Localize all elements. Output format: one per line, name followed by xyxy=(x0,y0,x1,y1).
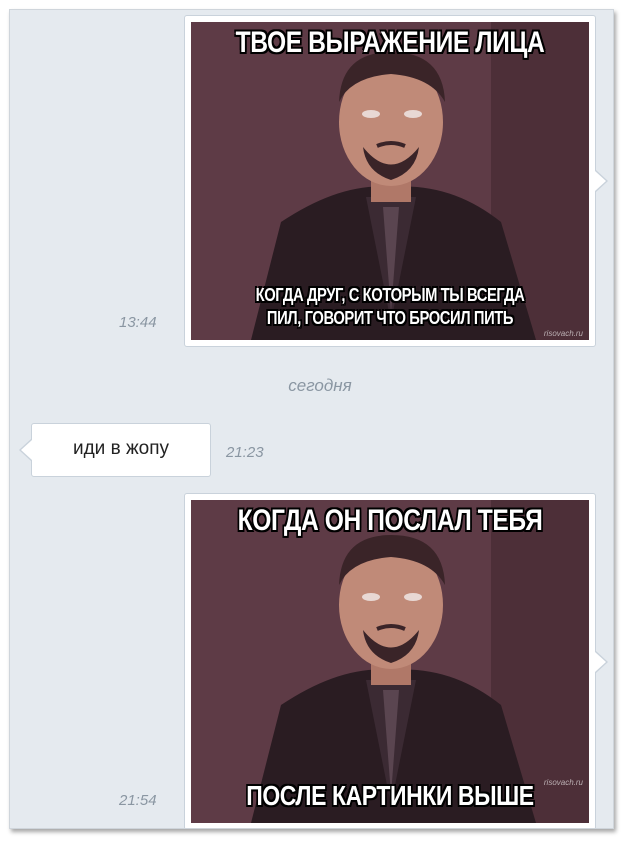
incoming-text-message[interactable]: иди в жопу xyxy=(19,423,211,477)
message-text: иди в жопу xyxy=(72,438,170,459)
message-time: 21:54 xyxy=(119,792,157,809)
date-separator: сегодня xyxy=(288,376,352,395)
meme-bottom-caption-line1: КОГДА ДРУГ, С КОТОРЫМ ТЫ ВСЕГДА xyxy=(255,285,525,305)
meme-top-caption: КОГДА ОН ПОСЛАЛ ТЕБЯ xyxy=(237,504,543,537)
meme-image[interactable]: КОГДА ОН ПОСЛАЛ ТЕБЯ ПОСЛЕ КАРТИНКИ ВЫШЕ… xyxy=(191,500,589,823)
meme-bottom-caption-line2: ПИЛ, ГОВОРИТ ЧТО БРОСИЛ ПИТЬ xyxy=(266,308,514,328)
meme-watermark: risovach.ru xyxy=(543,778,583,787)
outgoing-image-message[interactable]: ТВОЕ ВЫРАЖЕНИЕ ЛИЦА КОГДА ДРУГ, С КОТОРЫ… xyxy=(184,15,608,347)
meme-top-caption: ТВОЕ ВЫРАЖЕНИЕ ЛИЦА xyxy=(235,26,545,59)
chat-window: 13:44 ТВОЕ ВЫРАЖЕНИЕ ЛИЦА КОГДА ДРУГ, С … xyxy=(9,9,614,829)
outgoing-image-message[interactable]: КОГДА ОН ПОСЛАЛ ТЕБЯ ПОСЛЕ КАРТИНКИ ВЫШЕ… xyxy=(184,493,608,828)
meme-watermark: risovach.ru xyxy=(543,329,583,338)
meme-bottom-caption: ПОСЛЕ КАРТИНКИ ВЫШЕ xyxy=(246,780,534,811)
meme-photo xyxy=(191,500,589,823)
meme-image[interactable]: ТВОЕ ВЫРАЖЕНИЕ ЛИЦА КОГДА ДРУГ, С КОТОРЫ… xyxy=(191,22,589,340)
message-time: 21:23 xyxy=(226,444,264,461)
message-time: 13:44 xyxy=(119,314,157,331)
